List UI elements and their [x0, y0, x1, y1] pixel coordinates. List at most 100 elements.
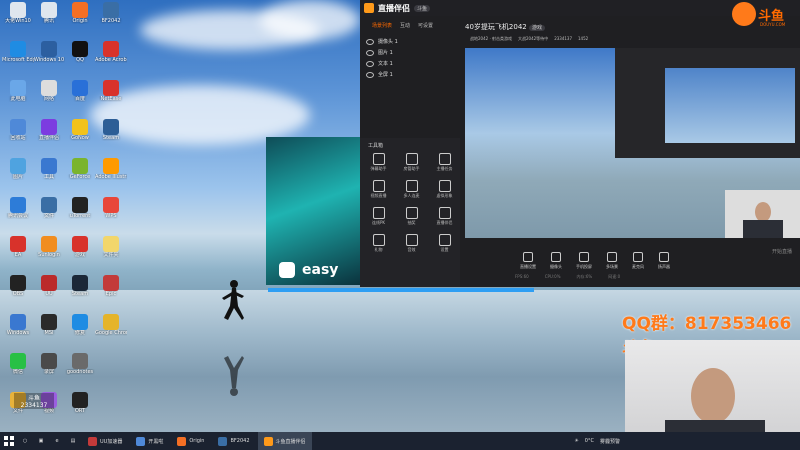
desktop-icon[interactable]: UU [33, 275, 65, 309]
desktop-icon[interactable]: OBS [2, 275, 34, 309]
desktop-icon[interactable]: Origin [64, 2, 96, 36]
task-view-icon[interactable]: ▣ [34, 434, 48, 448]
status-bar: FPS:60 CPU:0% 内存:6% 网速:0 [515, 274, 621, 279]
category-tag[interactable]: 游戏 [528, 25, 545, 31]
desktop-icon[interactable]: 直播伴侣 [33, 119, 65, 153]
desktop-icon[interactable]: 微信 [2, 353, 34, 387]
tab-interact[interactable]: 互动 [400, 22, 410, 34]
desktop-icon[interactable]: ORT [64, 392, 96, 426]
desktop-icon[interactable]: 修复 [64, 314, 96, 348]
tool-item[interactable]: 连线PK [362, 207, 395, 226]
desktop-icon[interactable]: EA [2, 236, 34, 270]
tab-settings[interactable]: 可设置 [418, 22, 433, 34]
scene-row[interactable]: 文本 1 [360, 58, 460, 69]
temperature[interactable]: 0°C [585, 438, 594, 444]
desktop-icon[interactable]: 网络 [33, 80, 65, 114]
desktop-icon-label: UU [45, 291, 53, 297]
desktop-icon[interactable]: 文件夹 [95, 236, 127, 270]
desktop-icon[interactable]: GoNow [64, 119, 96, 153]
taskbar-app[interactable]: BF2042 [212, 432, 255, 450]
desktop-icon[interactable]: BF2042 [95, 2, 127, 36]
desktop-icon[interactable]: NetEase [95, 80, 127, 114]
desktop-icon[interactable]: 腾讯 [33, 2, 65, 36]
tab-scenes[interactable]: 场景列表 [372, 22, 392, 34]
app-icon [10, 197, 26, 213]
desktop-icon[interactable]: 工具 [33, 158, 65, 192]
desktop-icon[interactable]: QQ [64, 41, 96, 75]
taskbar-app[interactable]: 斗鱼直播伴侣 [257, 432, 312, 450]
tool-item[interactable]: 视频直播 [362, 180, 395, 199]
mic-button[interactable]: 麦克风 [632, 252, 644, 270]
edge-icon[interactable]: e [50, 434, 64, 448]
tool-item[interactable]: 设置 [428, 234, 461, 253]
scene-row[interactable]: 全屏 1 [360, 69, 460, 80]
taskbar-app[interactable]: 开黑啦 [130, 432, 169, 450]
tool-label: 虚拟形象 [436, 193, 453, 198]
search-icon[interactable]: ○ [18, 434, 32, 448]
multi-scene-button[interactable]: 多场景 [606, 252, 618, 270]
desktop-icon[interactable]: Adobe Illustrator [95, 158, 127, 192]
desktop-icon[interactable]: 图片 [2, 158, 34, 192]
tool-item[interactable]: 多人连麦 [395, 180, 428, 199]
desktop-icon[interactable]: Google Chrome [95, 314, 127, 348]
desktop-icon[interactable]: 文件 [33, 197, 65, 231]
eye-icon[interactable] [366, 49, 374, 56]
tool-item[interactable]: 抽奖 [395, 207, 428, 226]
douyu-fish-icon [732, 2, 756, 26]
tool-item[interactable]: 弹幕助手 [362, 153, 395, 172]
scene-row[interactable]: 图片 1 [360, 47, 460, 58]
scene-row[interactable]: 摄像头 1 [360, 36, 460, 47]
start-button[interactable] [2, 434, 16, 448]
desktop-icon[interactable]: goodnotes [64, 353, 96, 387]
tool-item[interactable]: 音效 [395, 234, 428, 253]
desktop-icon[interactable]: Windows [2, 314, 34, 348]
desktop-icon[interactable]: Adobe Acrobat [95, 41, 127, 75]
weather-alert[interactable]: 雾霾预警 [600, 438, 620, 445]
camera-button[interactable]: 摄像头 [550, 252, 562, 270]
desktop-icon[interactable]: 腾讯会议 [2, 197, 34, 231]
tool-item[interactable]: 直播伴侣 [428, 207, 461, 226]
tool-item[interactable]: 主播任务 [428, 153, 461, 172]
app-icon [72, 314, 88, 330]
eye-icon[interactable] [366, 71, 374, 78]
desktop-icon[interactable]: 回收站 [2, 119, 34, 153]
easy-badge-icon [279, 262, 295, 278]
desktop-icon[interactable]: Microsoft Edge [2, 41, 34, 75]
tool-label: 设置 [440, 247, 449, 252]
desktop-icon[interactable]: 大佬Win10 [2, 2, 34, 36]
desktop-icon[interactable]: Windows 10 [33, 41, 65, 75]
desktop-icon-label: Windows [6, 330, 30, 336]
phone-cast-button[interactable]: 手机投屏 [576, 252, 592, 270]
tool-item[interactable]: 礼物 [362, 234, 395, 253]
tool-item[interactable]: 虚拟形象 [428, 180, 461, 199]
tool-icon [372, 153, 385, 165]
desktop-icon[interactable]: Epic [95, 275, 127, 309]
taskbar-app[interactable]: UU加速器 [82, 432, 128, 450]
taskbar-app-label: Origin [189, 438, 205, 444]
start-live-button[interactable]: 开始直播 [772, 248, 792, 255]
speaker-button[interactable]: 扬声器 [658, 252, 670, 270]
desktop-icon[interactable]: Steam [95, 119, 127, 153]
desktop-icon[interactable]: 百度 [64, 80, 96, 114]
desktop-icon-label: 百度 [74, 96, 85, 102]
file-explorer-icon[interactable]: ▤ [66, 434, 80, 448]
desktop-icon[interactable]: 此电脑 [2, 80, 34, 114]
desktop-icon[interactable]: 录屏 [33, 353, 65, 387]
desktop-icon[interactable]: 游戏 [64, 236, 96, 270]
eye-icon[interactable] [366, 60, 374, 67]
tool-item[interactable]: 房管助手 [395, 153, 428, 172]
desktop-icon[interactable]: Sunlogin [33, 236, 65, 270]
app-icon [103, 275, 119, 291]
tool-label: 多人连麦 [403, 193, 420, 198]
eye-icon[interactable] [366, 38, 374, 45]
app-icon [103, 197, 119, 213]
streaming-app-window[interactable]: 直播伴侣 斗鱼 场景列表 互动 可设置 摄像头 1 图片 1 文本 1 全屏 1… [360, 0, 800, 287]
taskbar-app[interactable]: Origin [171, 432, 210, 450]
live-settings-button[interactable]: 直播设置 [520, 252, 536, 270]
desktop-icon[interactable]: MSI [33, 314, 65, 348]
desktop-icon-label: 图片 [12, 174, 23, 180]
desktop-icon[interactable]: uTorrent [64, 197, 96, 231]
desktop-icon[interactable]: WPS [95, 197, 127, 231]
desktop-icon[interactable]: GeForce [64, 158, 96, 192]
desktop-icon[interactable]: Steam [64, 275, 96, 309]
